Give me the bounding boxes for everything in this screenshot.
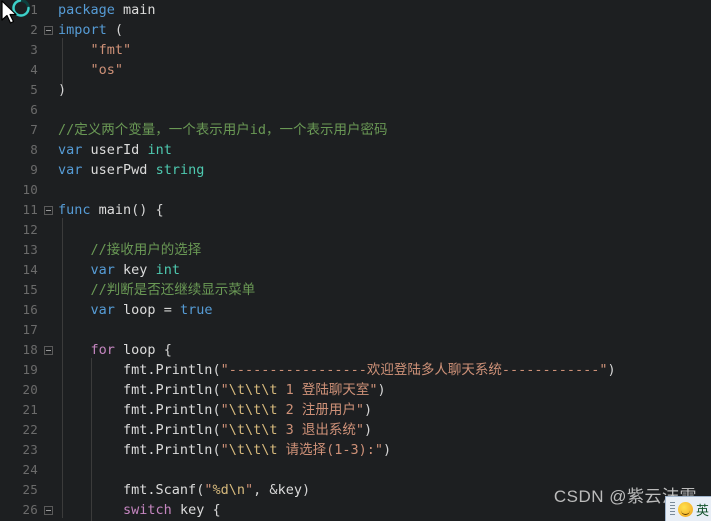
line-content: "fmt" [90, 42, 132, 58]
code-line[interactable]: 19 fmt.Println("-----------------欢迎登陆多人聊… [0, 360, 711, 380]
line-number: 26 [22, 502, 38, 517]
line-number: 22 [22, 422, 38, 437]
code-line[interactable]: 23 fmt.Println("\t\t\t 请选择(1-3):") [0, 440, 711, 460]
line-number: 6 [30, 102, 38, 117]
line-number: 20 [22, 382, 38, 397]
line-content: var loop = true [90, 302, 213, 318]
code-line[interactable]: 10 [0, 180, 711, 200]
line-number: 25 [22, 482, 38, 497]
line-number: 9 [30, 162, 38, 177]
code-line[interactable]: 1 package main [0, 0, 711, 20]
line-number: 8 [30, 142, 38, 157]
ime-language-label[interactable]: 英 [696, 500, 709, 519]
line-content: fmt.Println("\t\t\t 1 登陆聊天室") [123, 382, 386, 398]
line-number: 18 [22, 342, 38, 357]
code-line[interactable]: 9 var userPwd string [0, 160, 711, 180]
line-number: 5 [30, 82, 38, 97]
line-number: 2 [30, 22, 38, 37]
line-content: var key int [90, 262, 180, 278]
code-line[interactable]: 5 ) [0, 80, 711, 100]
code-line[interactable]: 18 for loop { [0, 340, 711, 360]
code-line[interactable]: 3 "fmt" [0, 40, 711, 60]
line-number: 4 [30, 62, 38, 77]
code-line[interactable]: 12 [0, 220, 711, 240]
line-number: 7 [30, 122, 38, 137]
code-line[interactable]: 15 //判断是否还继续显示菜单 [0, 280, 711, 300]
line-number: 19 [22, 362, 38, 377]
line-content: for loop { [90, 342, 172, 358]
line-number: 1 [30, 2, 38, 17]
line-number: 10 [22, 182, 38, 197]
line-content: ) [58, 82, 67, 98]
line-content: //定义两个变量，一个表示用户id，一个表示用户密码 [58, 122, 388, 138]
code-line[interactable]: 21 fmt.Println("\t\t\t 2 注册用户") [0, 400, 711, 420]
code-lines[interactable]: 1 package main 2 import ( 3 "fmt" 4 "os"… [0, 0, 711, 521]
code-line[interactable]: 13 //接收用户的选择 [0, 240, 711, 260]
code-line[interactable]: 8 var userId int [0, 140, 711, 160]
line-number: 16 [22, 302, 38, 317]
code-editor[interactable]: 1 package main 2 import ( 3 "fmt" 4 "os"… [0, 0, 711, 521]
ime-drag-handle[interactable] [669, 502, 675, 516]
line-number: 14 [22, 262, 38, 277]
line-number: 15 [22, 282, 38, 297]
fold-toggle-icon[interactable] [44, 206, 53, 215]
code-line[interactable]: 14 var key int [0, 260, 711, 280]
line-number: 23 [22, 442, 38, 457]
ime-toolbar[interactable]: 英 [664, 496, 711, 521]
code-line[interactable]: 11 func main() { [0, 200, 711, 220]
code-line[interactable]: 2 import ( [0, 20, 711, 40]
line-number: 24 [22, 462, 38, 477]
line-content: fmt.Println("\t\t\t 请选择(1-3):") [123, 442, 392, 458]
code-line[interactable]: 24 [0, 460, 711, 480]
line-content: fmt.Println("-----------------欢迎登陆多人聊天系统… [123, 362, 616, 378]
line-number: 12 [22, 222, 38, 237]
line-content: //判断是否还继续显示菜单 [58, 282, 256, 298]
line-content: switch key { [123, 502, 221, 518]
line-number: 13 [22, 242, 38, 257]
line-content: var userPwd string [58, 162, 205, 178]
code-line[interactable]: 17 [0, 320, 711, 340]
line-number: 11 [22, 202, 38, 217]
line-content: fmt.Println("\t\t\t 2 注册用户") [123, 402, 373, 418]
line-number: 17 [22, 322, 38, 337]
code-line[interactable]: 4 "os" [0, 60, 711, 80]
code-line[interactable]: 6 [0, 100, 711, 120]
line-content: fmt.Println("\t\t\t 3 退出系统") [123, 422, 373, 438]
line-content: //接收用户的选择 [58, 242, 202, 258]
line-content: "os" [90, 62, 124, 78]
code-line[interactable]: 25 fmt.Scanf("%d\n", &key) [0, 480, 711, 500]
code-line[interactable]: 20 fmt.Println("\t\t\t 1 登陆聊天室") [0, 380, 711, 400]
line-content: var userId int [58, 142, 172, 158]
line-content: fmt.Scanf("%d\n", &key) [123, 482, 311, 498]
line-content: func main() { [58, 202, 164, 218]
code-line[interactable]: 16 var loop = true [0, 300, 711, 320]
line-number: 21 [22, 402, 38, 417]
code-line[interactable]: 7 //定义两个变量，一个表示用户id，一个表示用户密码 [0, 120, 711, 140]
code-line[interactable]: 26 switch key { [0, 500, 711, 520]
code-line[interactable]: 22 fmt.Println("\t\t\t 3 退出系统") [0, 420, 711, 440]
line-number: 3 [30, 42, 38, 57]
fold-toggle-icon[interactable] [44, 26, 53, 35]
line-content: package main [58, 2, 156, 18]
fold-toggle-icon[interactable] [44, 506, 53, 515]
fold-toggle-icon[interactable] [44, 346, 53, 355]
sogou-bulb-icon[interactable] [677, 501, 693, 517]
line-content: import ( [58, 22, 124, 38]
